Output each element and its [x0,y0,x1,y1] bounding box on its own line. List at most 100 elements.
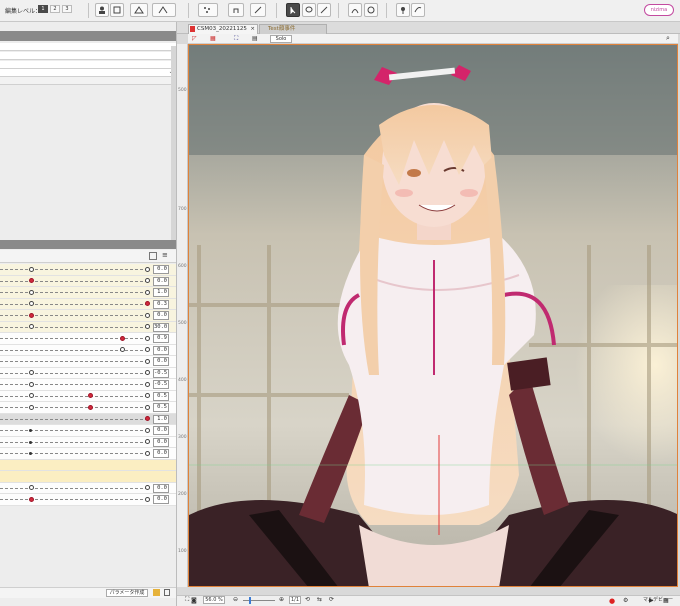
connect-icon[interactable] [411,3,425,17]
property-field[interactable] [0,52,176,60]
keyframe-marker[interactable] [144,485,150,490]
create-parameter-button[interactable]: パラメータ作成 [106,589,148,597]
keyframe-marker[interactable] [144,370,150,375]
keyframe-active-marker[interactable] [29,496,35,502]
parameter-value-field[interactable]: 0.0 [153,265,169,274]
keyframe-marker[interactable] [29,381,35,387]
parameter-row[interactable]: 0.0 [0,448,176,460]
parameter-track[interactable] [0,303,148,305]
brush-select-icon[interactable] [317,3,331,17]
parameter-row[interactable]: -0.5 [0,379,176,391]
parameter-row[interactable]: 0.0 [0,425,176,437]
keyframe-active-marker[interactable] [29,278,35,283]
filter-icon[interactable]: ▦ [210,35,216,42]
keyframe-marker[interactable] [144,450,150,456]
parameter-track[interactable] [0,395,148,397]
parameter-row[interactable]: 0.3 [0,298,176,310]
parameter-row[interactable]: 30.0 [0,321,176,333]
keyframe-marker[interactable] [29,452,33,455]
auto-mesh-icon[interactable] [152,3,176,17]
parameter-row[interactable]: 1.0 [0,413,176,425]
parameter-track[interactable] [0,372,148,374]
keyframe-marker[interactable] [29,429,33,432]
keyframe-marker[interactable] [29,266,35,272]
keyframe-marker[interactable] [29,393,35,398]
zoom-out-icon[interactable]: ⊖ [233,596,238,603]
keyframe-active-marker[interactable] [87,393,93,398]
parameter-track[interactable] [0,453,148,454]
keyframe-marker[interactable] [144,358,150,364]
parameter-value-field[interactable]: 0.0 [153,483,169,493]
parameter-value-field[interactable]: 30.0 [153,322,169,332]
keyframe-active-marker[interactable] [29,312,35,318]
hand-icon[interactable] [228,3,244,17]
view-mode-label[interactable]: マルデビュー [643,596,673,603]
parameter-row[interactable]: 0.9 [0,333,176,345]
scrollbar[interactable] [171,46,176,241]
keyframe-marker[interactable] [144,278,150,283]
parameter-row[interactable] [0,459,176,471]
keyframe-active-marker[interactable] [144,301,150,306]
keyframe-marker[interactable] [29,301,35,306]
parameter-track[interactable] [0,487,148,489]
parameter-row[interactable]: 0.0 [0,310,176,322]
parameter-row[interactable] [0,471,176,483]
rotate-icon[interactable] [364,3,378,17]
keyframe-marker[interactable] [144,381,150,387]
keyframe-marker[interactable] [29,289,35,295]
parameter-value-field[interactable]: 0.0 [153,276,169,286]
keyframe-marker[interactable] [144,404,150,410]
edit-level-1-button[interactable]: 1 [38,5,48,13]
parameter-track[interactable] [0,430,148,431]
reset-view-icon[interactable]: ⟳ [329,596,334,603]
keyframe-marker[interactable] [144,439,150,444]
parameter-value-field[interactable]: -0.5 [153,368,169,378]
parameter-value-field[interactable]: 0.0 [153,345,169,355]
property-field[interactable] [0,61,176,69]
keyframe-marker[interactable] [144,393,150,398]
flip-icon[interactable]: ⇆ [317,596,322,603]
trash-icon[interactable] [164,589,170,596]
parameter-row[interactable]: 0.0 [0,482,176,494]
keyframe-marker[interactable] [144,347,150,352]
parameter-value-field[interactable]: 0.0 [153,426,169,435]
keyframe-marker[interactable] [29,324,35,329]
parameter-row[interactable]: 0.5 [0,402,176,414]
zoom-slider[interactable] [243,600,275,601]
select-tool-icon[interactable]: ◸ [192,35,197,42]
keyframe-marker[interactable] [144,289,150,295]
keyframe-marker[interactable] [29,440,33,444]
parameter-value-field[interactable]: 0.0 [153,311,169,320]
scatter-icon[interactable] [198,3,218,17]
canvas-viewport[interactable] [188,44,678,587]
keyframe-marker[interactable] [144,335,150,341]
parameter-row[interactable]: 0.0 [0,344,176,356]
keyframe-marker[interactable] [144,266,150,272]
parameter-row[interactable]: 0.0 [0,356,176,368]
parameter-value-field[interactable]: 0.3 [153,299,169,309]
edit-level-2-button[interactable]: 2 [50,5,60,13]
parameter-row[interactable]: 0.0 [0,264,176,276]
edit-level-3-button[interactable]: 3 [62,5,72,13]
rotate-view-icon[interactable]: ⟲ [305,596,310,603]
ratio-button[interactable]: 1/1 [289,596,301,604]
property-dropdown[interactable]: ⌄ [0,69,176,77]
keyframe-marker[interactable] [144,427,150,433]
mesh-edit-icon[interactable] [130,3,148,17]
zoom-in-icon[interactable]: ⊕ [279,596,284,603]
parameter-track[interactable] [0,418,148,420]
fit-icon[interactable]: ⛶ [234,35,238,43]
parameter-row[interactable]: -0.5 [0,367,176,379]
keyframe-marker[interactable] [29,370,35,375]
folder-icon[interactable] [153,589,160,596]
parameter-row[interactable]: 1.0 [0,287,176,299]
parameter-track[interactable] [0,315,148,316]
parameter-track[interactable] [0,407,148,408]
parameter-value-field[interactable]: 0.0 [153,437,169,447]
keyframe-active-marker[interactable] [119,335,125,341]
parameter-row[interactable]: 0.0 [0,436,176,448]
parameter-value-field[interactable]: 0.5 [153,391,169,401]
parameter-row[interactable]: 0.5 [0,390,176,402]
tab-inactive-model[interactable]: Test顔事件 [259,24,327,34]
pin-icon[interactable] [396,3,410,17]
